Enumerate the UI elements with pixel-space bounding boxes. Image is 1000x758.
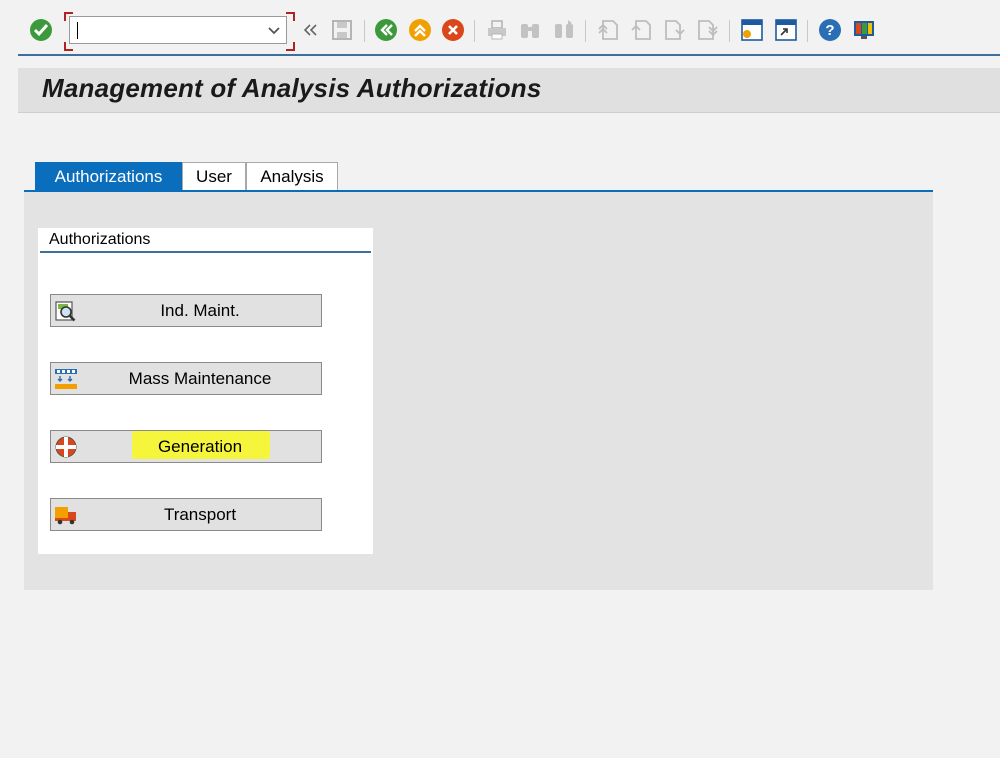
page-title: Management of Analysis Authorizations [42, 73, 542, 103]
save-icon[interactable] [330, 18, 354, 42]
command-field-corner [286, 42, 295, 51]
tab-analysis[interactable]: Analysis [246, 162, 338, 190]
help-icon[interactable]: ? [818, 18, 842, 42]
exit-icon[interactable] [408, 18, 432, 42]
tab-user[interactable]: User [182, 162, 246, 190]
toolbar-separator [807, 20, 808, 42]
print-icon[interactable] [485, 18, 509, 42]
command-field-corner [286, 12, 295, 21]
tab-authorizations[interactable]: Authorizations [35, 162, 182, 190]
ind-maint-button[interactable]: Ind. Maint. [50, 294, 322, 327]
command-input[interactable] [74, 20, 254, 40]
find-next-icon[interactable] [552, 18, 576, 42]
button-label: Mass Maintenance [128, 369, 272, 388]
mass-maintenance-button[interactable]: Mass Maintenance [50, 362, 322, 395]
command-field[interactable] [69, 16, 287, 44]
title-bar: Management of Analysis Authorizations [18, 68, 1000, 113]
magnifier-document-icon [54, 299, 78, 323]
toolbar-separator [474, 20, 475, 42]
button-label: Generation [157, 437, 243, 456]
chevron-down-icon[interactable] [266, 22, 282, 38]
cancel-icon[interactable] [441, 18, 465, 42]
customize-layout-icon[interactable] [852, 18, 876, 42]
button-label: Ind. Maint. [160, 301, 240, 320]
toolbar-separator [585, 20, 586, 42]
toolbar-separator [364, 20, 365, 42]
enter-icon[interactable] [29, 18, 53, 42]
previous-page-icon[interactable] [629, 18, 653, 42]
button-label: Transport [163, 505, 237, 524]
mass-maintenance-icon [54, 367, 78, 391]
toolbar: ? [0, 0, 1000, 56]
back-icon[interactable] [374, 18, 398, 42]
generation-button[interactable]: Generation [50, 430, 322, 463]
find-icon[interactable] [518, 18, 542, 42]
new-session-icon[interactable] [740, 18, 764, 42]
next-page-icon[interactable] [663, 18, 687, 42]
first-page-icon[interactable] [596, 18, 620, 42]
toolbar-divider [18, 54, 1000, 56]
generation-icon [54, 435, 78, 459]
group-title-underline [40, 251, 371, 253]
last-page-icon[interactable] [696, 18, 720, 42]
group-title: Authorizations [49, 231, 151, 248]
expand-toolbar-icon[interactable] [298, 18, 318, 42]
toolbar-separator [729, 20, 730, 42]
svg-text:?: ? [825, 22, 834, 39]
create-shortcut-icon[interactable] [774, 18, 798, 42]
transport-button[interactable]: Transport [50, 498, 322, 531]
text-caret [77, 22, 78, 39]
transport-truck-icon [54, 503, 78, 527]
